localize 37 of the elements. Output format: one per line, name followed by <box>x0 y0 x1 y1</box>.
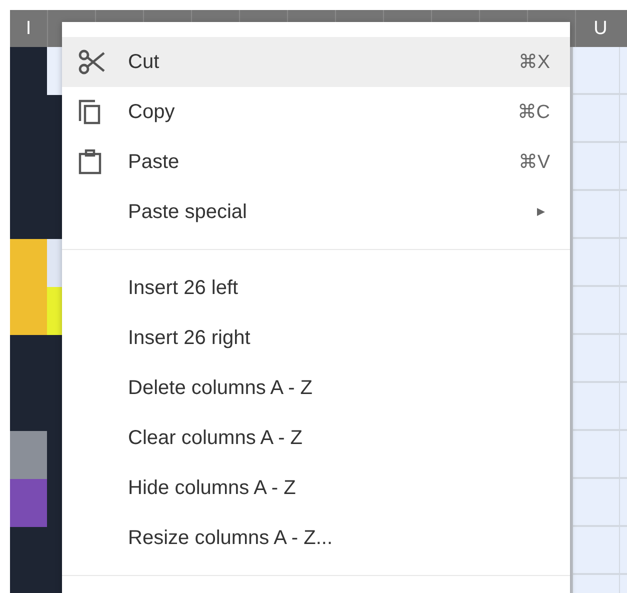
menu-item[interactable]: Delete columns A - Z <box>62 363 570 413</box>
table-cell <box>573 335 620 383</box>
copy-icon <box>78 99 102 125</box>
table-cell <box>573 479 620 527</box>
table-cell <box>573 143 620 191</box>
table-cell <box>573 431 620 479</box>
table-cell <box>573 47 620 95</box>
menu-item-label: Paste special <box>128 200 247 224</box>
menu-item[interactable]: Paste ⌘V <box>62 137 570 187</box>
menu-item-label: Resize columns A - Z... <box>128 526 333 550</box>
menu-item-label: Clear columns A - Z <box>128 426 303 450</box>
menu-item[interactable]: Cut ⌘X <box>62 37 570 87</box>
menu-item[interactable]: Paste special <box>62 187 570 237</box>
menu-item-label: Delete columns A - Z <box>128 376 313 400</box>
menu-item[interactable]: Resize columns A - Z... <box>62 513 570 563</box>
menu-item-label: Copy <box>128 100 175 124</box>
shortcut-text: ⌘V <box>518 151 550 174</box>
menu-item[interactable]: Insert 26 left <box>62 263 570 313</box>
table-cell <box>573 239 620 287</box>
table-cell <box>573 95 620 143</box>
menu-item-label: Insert 26 right <box>128 326 250 350</box>
table-cell <box>573 287 620 335</box>
menu-item[interactable]: Insert 26 right <box>62 313 570 363</box>
menu-item[interactable]: Hide columns A - Z <box>62 463 570 513</box>
menu-item[interactable]: Clear columns A - Z <box>62 413 570 463</box>
menu-item-label: Cut <box>128 50 160 74</box>
menu-item-label: Paste <box>128 150 180 174</box>
table-cell <box>573 383 620 431</box>
shortcut-text: ⌘X <box>518 51 550 74</box>
scissors-icon <box>78 49 106 75</box>
clipboard-icon <box>78 149 102 175</box>
menu-item[interactable]: Copy ⌘C <box>62 87 570 137</box>
table-cell <box>573 527 620 575</box>
menu-item-label: Insert 26 left <box>128 276 238 300</box>
menu-item-label: Hide columns A - Z <box>128 476 296 500</box>
shortcut-text: ⌘C <box>517 101 550 124</box>
table-cell <box>573 191 620 239</box>
